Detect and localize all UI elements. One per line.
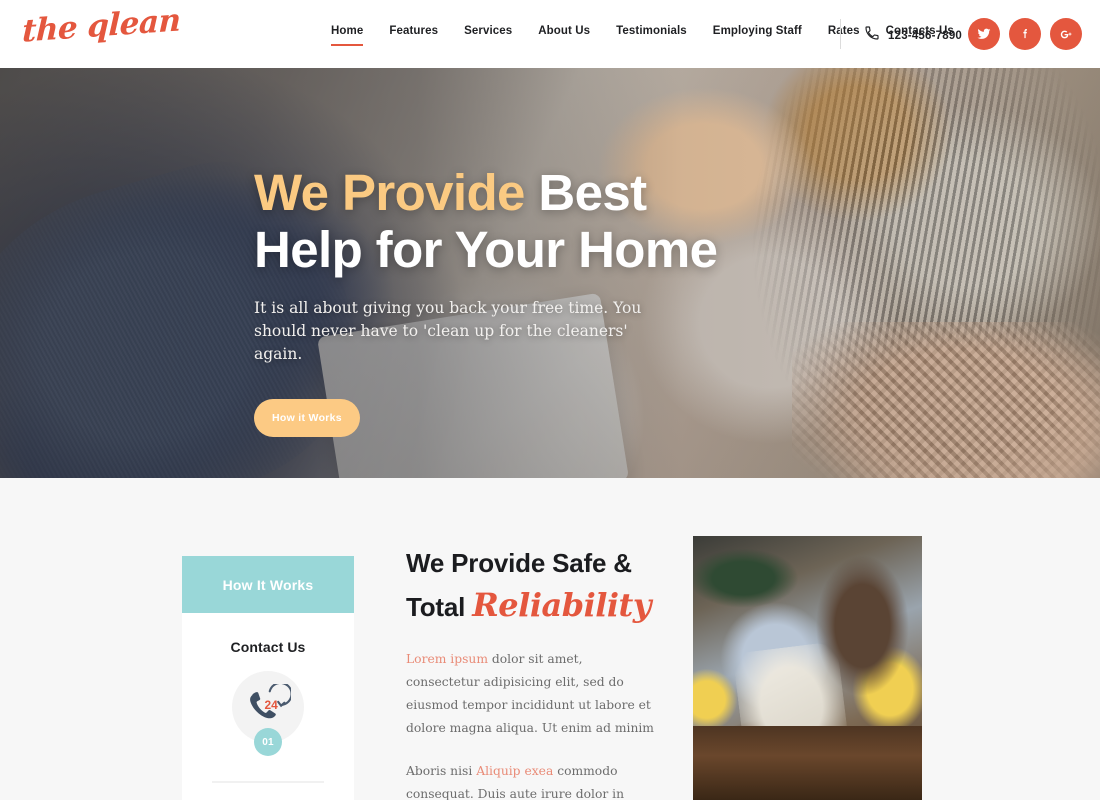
- about-paragraph-1: Lorem ipsum dolor sit amet, consectetur …: [406, 648, 656, 740]
- about-section: How It Works Contact Us 24 01 We Provide…: [0, 478, 1100, 800]
- nav-item-services[interactable]: Services: [451, 24, 525, 38]
- nav-label: Rates: [827, 25, 860, 37]
- google-plus-button[interactable]: [1050, 18, 1082, 50]
- twitter-icon: [977, 27, 991, 41]
- nav-label: Testimonials: [616, 25, 687, 37]
- hero-title-accent: We Provide: [254, 164, 525, 221]
- how-it-works-button[interactable]: How it Works: [254, 399, 360, 437]
- about-paragraph-2: Aboris nisi Aliquip exea commodo consequ…: [406, 760, 656, 800]
- about-photo-counter: [693, 726, 922, 800]
- google-plus-icon: [1059, 27, 1074, 42]
- nav-item-home[interactable]: Home: [318, 24, 376, 46]
- about-text-column: We Provide Safe & Total Reliability Lore…: [406, 542, 656, 800]
- about-title-line1: We Provide Safe &: [406, 548, 632, 578]
- about-paragraph-2-pre: Aboris nisi: [406, 764, 477, 778]
- phone-icon: [864, 25, 880, 46]
- support-icon-wrap: 24 01: [232, 671, 304, 756]
- how-it-works-card-header: How It Works: [182, 556, 354, 613]
- step-badge: 01: [254, 728, 282, 756]
- nav-item-testimonials[interactable]: Testimonials: [603, 24, 700, 38]
- nav-label: Employing Staff: [712, 25, 802, 37]
- about-title: We Provide Safe & Total Reliability: [406, 542, 656, 628]
- site-logo[interactable]: the qlean: [22, 2, 182, 49]
- nav-label: About Us: [538, 25, 591, 37]
- twitter-button[interactable]: [968, 18, 1000, 50]
- nav-label: Home: [331, 25, 364, 37]
- site-header: the qlean Home Features Services About U…: [0, 0, 1100, 68]
- how-it-works-card-title: How It Works: [222, 576, 314, 593]
- nav-item-about-us[interactable]: About Us: [525, 24, 603, 38]
- hero-content: We Provide Best Help for Your Home It is…: [254, 164, 874, 437]
- card-divider: [212, 781, 324, 783]
- hero-title-line2: Help for Your Home: [254, 221, 718, 278]
- aliquip-exea-link[interactable]: Aliquip exea: [476, 764, 553, 778]
- hero-subtitle: It is all about giving you back your fre…: [254, 299, 642, 363]
- lorem-ipsum-link[interactable]: Lorem ipsum: [406, 652, 488, 666]
- contact-us-title: Contact Us: [230, 639, 306, 655]
- facebook-icon: [1018, 27, 1032, 41]
- how-it-works-card: How It Works Contact Us 24 01: [182, 556, 354, 800]
- phone-24-support-icon: 24: [245, 681, 293, 731]
- social-links: [968, 18, 1082, 50]
- svg-text:24: 24: [264, 697, 278, 711]
- nav-label: Services: [464, 25, 513, 37]
- hero-title: We Provide Best Help for Your Home: [254, 164, 874, 278]
- about-title-line2-script: Reliability: [472, 586, 651, 624]
- nav-item-employing-staff[interactable]: Employing Staff: [700, 24, 815, 38]
- header-divider: [840, 19, 841, 49]
- nav-item-features[interactable]: Features: [376, 24, 451, 38]
- hero-title-rest: Best: [524, 164, 647, 221]
- hero-banner: We Provide Best Help for Your Home It is…: [0, 68, 1100, 478]
- about-photo: [693, 536, 922, 800]
- phone-number: 123-456-7890: [888, 29, 963, 42]
- header-phone[interactable]: 123-456-7890: [864, 25, 962, 46]
- about-title-line2-plain: Total: [406, 592, 473, 622]
- nav-label: Features: [389, 25, 439, 37]
- facebook-button[interactable]: [1009, 18, 1041, 50]
